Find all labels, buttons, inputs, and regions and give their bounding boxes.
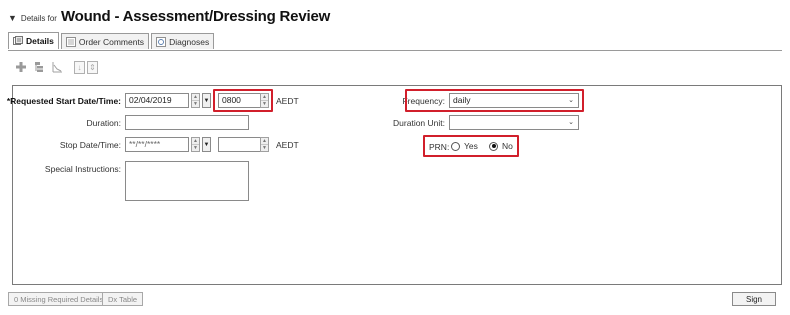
page-title: Wound - Assessment/Dressing Review [60, 8, 331, 25]
tab-order-comments-label: Order Comments [78, 36, 145, 47]
add-icon[interactable] [14, 60, 28, 74]
stop-time-spinner[interactable]: ▲ ▼ [260, 137, 269, 152]
stop-date-input[interactable]: **/**/**** [125, 137, 189, 152]
tab-divider [8, 50, 782, 51]
missing-details-button[interactable]: 0 Missing Required Details [8, 292, 110, 306]
tree-icon[interactable] [32, 60, 46, 74]
tab-order-comments[interactable]: Order Comments [60, 33, 150, 49]
duration-input[interactable] [125, 115, 249, 130]
down-icon[interactable]: ↓ [74, 60, 85, 74]
special-instructions-textarea[interactable] [125, 161, 249, 201]
stop-datetime-label: Stop Date/Time: [59, 140, 121, 150]
chevron-down-icon: ⌄ [568, 119, 574, 126]
header-prefix: Details for [20, 14, 57, 23]
sign-button[interactable]: Sign [732, 292, 776, 306]
chart-icon[interactable] [50, 60, 64, 74]
start-time-highlight [213, 89, 273, 112]
tab-diagnoses-label: Diagnoses [169, 36, 210, 47]
special-instructions-label: Special Instructions: [44, 164, 121, 174]
details-icon [13, 36, 23, 46]
duration-label: Duration: [86, 118, 122, 128]
tab-diagnoses[interactable]: Diagnoses [151, 33, 215, 49]
tab-bar: Details Order Comments Diagnoses [8, 32, 216, 49]
start-tz-label: AEDT [276, 96, 299, 106]
tab-details[interactable]: Details [8, 32, 59, 49]
stop-date-dropdown[interactable]: ▼ [202, 137, 211, 152]
comments-icon [65, 36, 76, 47]
diagnoses-icon [156, 36, 166, 47]
duration-unit-label: Duration Unit: [393, 118, 445, 128]
duration-unit-select[interactable]: ⌄ [449, 115, 579, 130]
dx-table-button[interactable]: Dx Table [102, 292, 144, 306]
details-panel: *Requested Start Date/Time: 02/04/2019 ▲… [7, 85, 782, 285]
start-datetime-label: *Requested Start Date/Time: [6, 96, 121, 106]
start-date-input[interactable]: 02/04/2019 [125, 93, 189, 108]
stop-tz-label: AEDT [276, 140, 299, 150]
collapse-arrow-icon[interactable]: ▼ [8, 13, 17, 23]
frequency-highlight [405, 89, 584, 112]
stop-time-input[interactable] [218, 137, 263, 152]
toolbar: ↓ ⇕ [14, 60, 100, 74]
prn-highlight [423, 135, 519, 157]
stop-date-spinner[interactable]: ▲ ▼ [191, 137, 200, 152]
tab-details-label: Details [26, 36, 54, 46]
start-date-spinner[interactable]: ▲ ▼ [191, 93, 200, 108]
start-date-dropdown[interactable]: ▼ [202, 93, 211, 108]
details-header: ▼ Details for Wound - Assessment/Dressin… [8, 8, 330, 25]
sort-icon[interactable]: ⇕ [87, 60, 98, 74]
